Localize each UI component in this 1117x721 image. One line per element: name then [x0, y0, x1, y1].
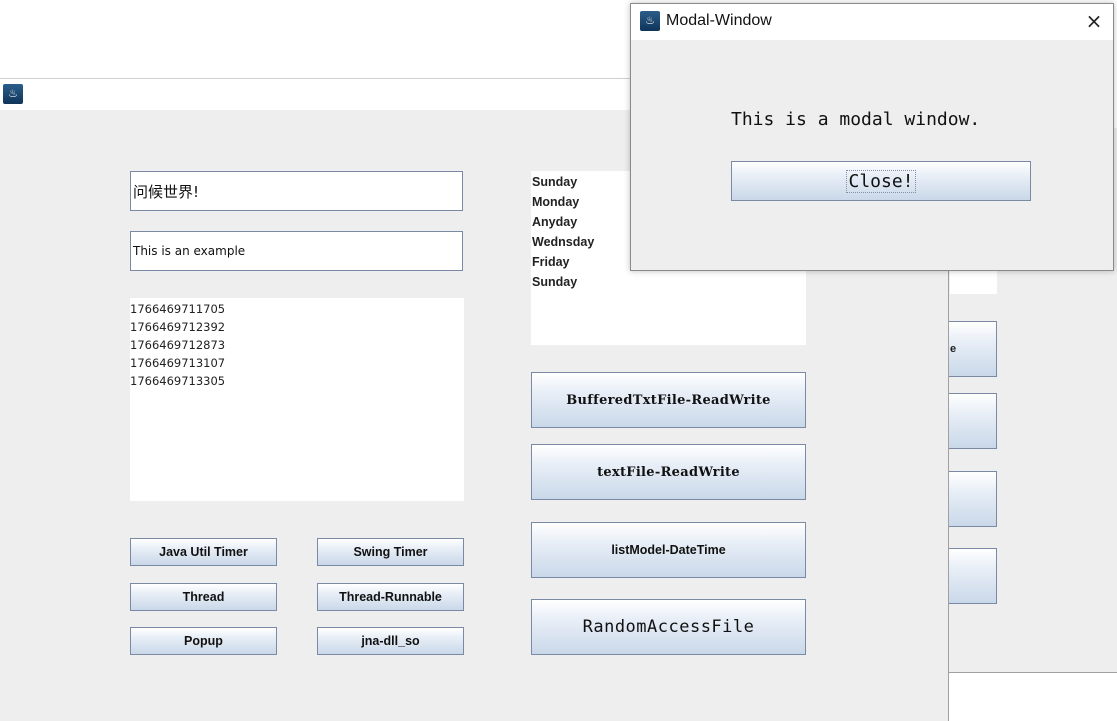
- java-util-timer-button[interactable]: Java Util Timer: [130, 538, 277, 566]
- greeting-text-value: 问候世界!: [133, 182, 200, 201]
- modal-title: Modal-Window: [666, 12, 772, 29]
- thread-button[interactable]: Thread: [130, 583, 277, 611]
- list-item[interactable]: Sunday: [531, 272, 806, 292]
- modal-message: This is a modal window.: [731, 109, 981, 130]
- thread-runnable-button[interactable]: Thread-Runnable: [317, 583, 464, 611]
- timestamp-text-area[interactable]: 1766469711705 1766469712392 176646971287…: [130, 298, 464, 501]
- text-area-line: 1766469713305: [130, 374, 226, 388]
- text-area-line: 1766469711705: [130, 302, 226, 316]
- random-access-file-button[interactable]: RandomAccessFile: [531, 599, 806, 655]
- text-area-line: 1766469712392: [130, 320, 226, 334]
- text-file-button[interactable]: textFile-ReadWrite: [531, 444, 806, 500]
- modal-close-button[interactable]: Close!: [731, 161, 1031, 201]
- background-window-bottom: [948, 672, 1117, 721]
- example-text-field[interactable]: This is an example: [130, 231, 463, 271]
- example-text-value: This is an example: [133, 244, 246, 258]
- java-icon: ♨: [3, 84, 23, 104]
- background-button-1-label: e: [950, 343, 957, 355]
- text-area-line: 1766469712873: [130, 338, 226, 352]
- greeting-text-field[interactable]: 问候世界!: [130, 171, 463, 211]
- popup-button[interactable]: Popup: [130, 627, 277, 655]
- background-window-field: [950, 268, 997, 294]
- swing-timer-button[interactable]: Swing Timer: [317, 538, 464, 566]
- modal-close-button-label: Close!: [846, 169, 916, 193]
- close-icon[interactable]: ×: [1083, 10, 1105, 32]
- list-model-datetime-button[interactable]: listModel-DateTime: [531, 522, 806, 578]
- buffered-txt-file-button[interactable]: BufferedTxtFile-ReadWrite: [531, 372, 806, 428]
- jna-dll-so-button[interactable]: jna-dll_so: [317, 627, 464, 655]
- java-icon: ♨: [640, 11, 660, 31]
- modal-window: ♨ Modal-Window × This is a modal window.…: [630, 3, 1114, 271]
- modal-titlebar[interactable]: ♨ Modal-Window ×: [631, 4, 1113, 40]
- text-area-line: 1766469713107: [130, 356, 226, 370]
